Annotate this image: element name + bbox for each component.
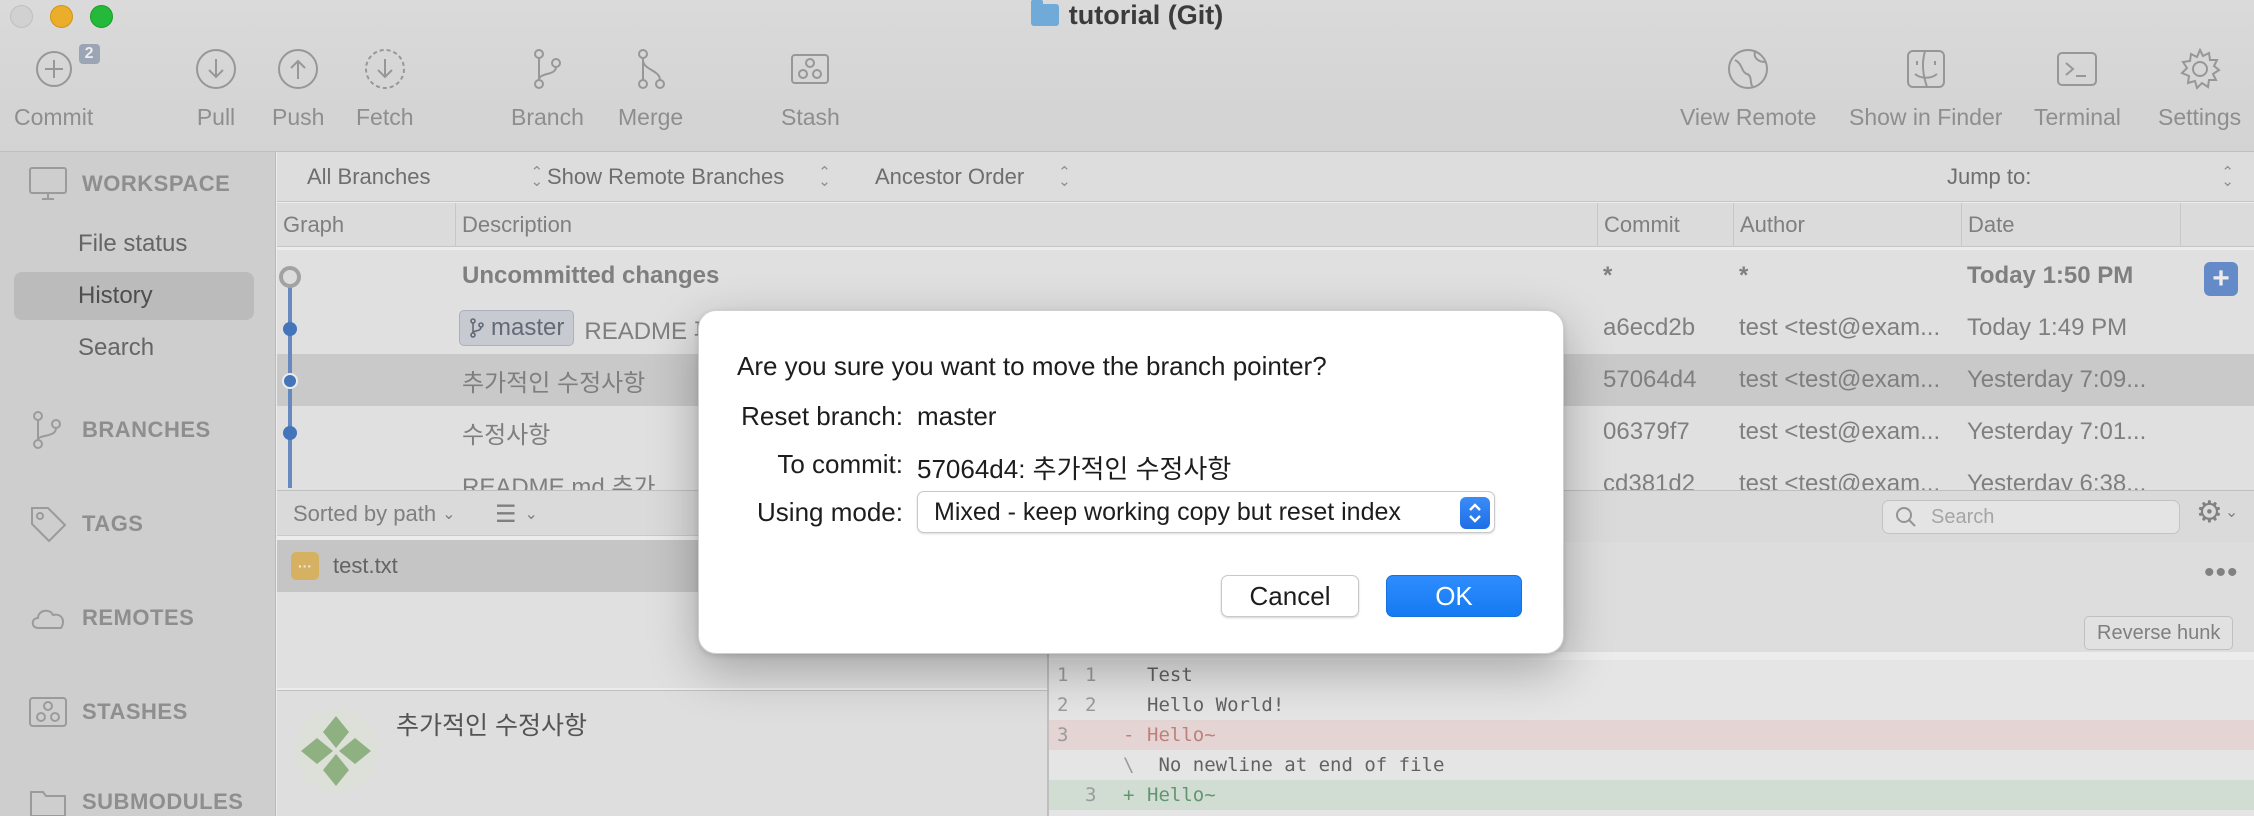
reset-branch-dialog: Are you sure you want to move the branch… [698,310,1564,654]
updown-chevron-icon[interactable] [1460,497,1490,529]
mode-label: Using mode: [757,497,903,527]
mode-select-value: Mixed - keep working copy but reset inde… [934,497,1401,526]
cancel-button[interactable]: Cancel [1221,575,1359,617]
to-commit-value: 57064d4: 추가적인 수정사항 [917,454,1232,484]
ok-button[interactable]: OK [1386,575,1522,617]
to-commit-label: To commit: [777,449,903,479]
reset-branch-value: master [917,401,997,431]
dialog-question: Are you sure you want to move the branch… [737,351,1327,381]
mode-select[interactable]: Mixed - keep working copy but reset inde… [917,491,1495,533]
cancel-label: Cancel [1249,580,1331,611]
ok-label: OK [1435,580,1473,611]
reset-branch-label: Reset branch: [741,401,903,431]
